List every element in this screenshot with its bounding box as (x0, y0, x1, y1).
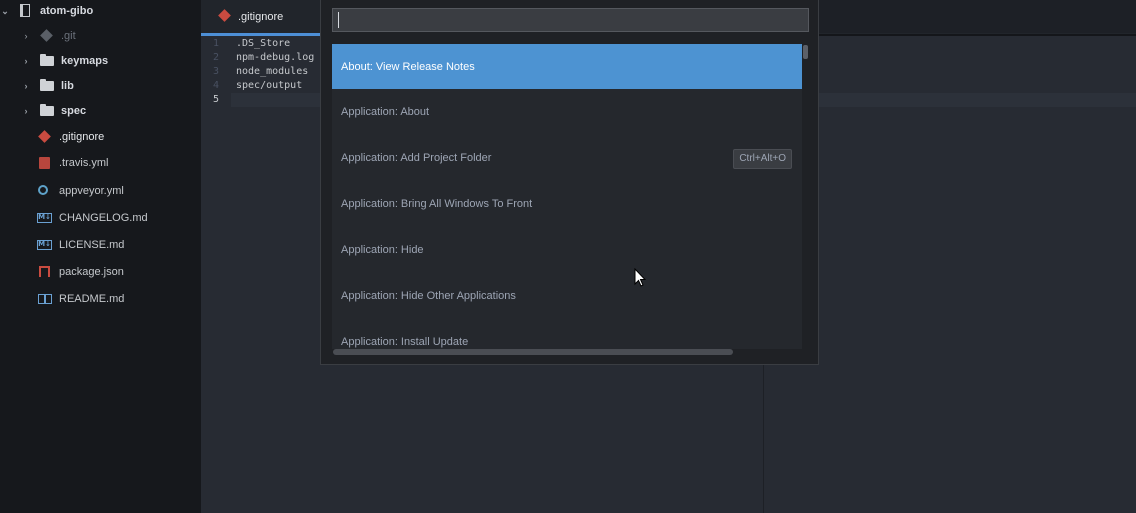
folder-icon (39, 79, 55, 93)
tree-item-gitignore[interactable]: .gitignore (0, 126, 201, 148)
vertical-scrollbar[interactable] (803, 45, 808, 59)
tree-item-label: spec (61, 105, 87, 117)
tree-view: ⌄ atom-gibo › .git › keymaps › lib › spe… (0, 0, 201, 513)
tree-item-label: package.json (59, 266, 124, 278)
line-number-current: 5 (212, 94, 219, 105)
command-label: Application: Hide Other Applications (341, 290, 516, 302)
command-label: Application: Install Update (341, 336, 469, 348)
git-icon (39, 29, 55, 43)
tree-item-lib[interactable]: › lib (0, 75, 201, 97)
markdown-icon: M↓ (37, 213, 52, 223)
code-line[interactable]: node_modules (236, 65, 308, 79)
tree-item-label: lib (61, 80, 74, 92)
tree-item-git[interactable]: › .git (0, 25, 201, 47)
repo-icon (18, 4, 34, 18)
tree-item-package[interactable]: package.json (0, 261, 201, 283)
command-label: Application: Bring All Windows To Front (341, 198, 533, 210)
command-label: Application: Hide (341, 244, 424, 256)
command-palette-search-input[interactable] (332, 8, 809, 32)
command-item[interactable]: Application: Hide (332, 227, 802, 273)
tree-item-travis[interactable]: .travis.yml (0, 152, 201, 174)
tree-project-root[interactable]: ⌄ atom-gibo (0, 0, 201, 22)
markdown-icon: M↓ (37, 240, 52, 250)
command-label: Application: About (341, 106, 430, 118)
tree-item-label: appveyor.yml (59, 185, 124, 197)
horizontal-scrollbar[interactable] (333, 349, 733, 355)
git-icon (218, 9, 231, 22)
tree-item-label: CHANGELOG.md (59, 212, 148, 224)
code-line[interactable]: npm-debug.log (236, 51, 314, 65)
tree-item-keymaps[interactable]: › keymaps (0, 50, 201, 72)
command-palette: About: View Release Notes Application: A… (320, 0, 819, 365)
text-caret (338, 12, 339, 28)
chevron-down-icon[interactable]: ⌄ (0, 6, 10, 17)
keybinding-badge: Ctrl+Alt+O (733, 149, 792, 169)
tree-item-appveyor[interactable]: appveyor.yml (0, 180, 201, 202)
git-icon (37, 130, 53, 144)
line-number-gutter: 1 2 3 4 5 (201, 36, 231, 513)
command-item[interactable]: Application: Add Project Folder Ctrl+Alt… (332, 135, 802, 181)
command-item[interactable]: Application: Bring All Windows To Front (332, 181, 802, 227)
chevron-right-icon[interactable]: › (21, 31, 31, 41)
folder-icon (39, 54, 55, 68)
command-item[interactable]: Application: About (332, 89, 802, 135)
command-item[interactable]: Application: Install Update (332, 319, 802, 349)
chevron-right-icon[interactable]: › (21, 81, 31, 91)
folder-icon (39, 104, 55, 118)
tree-item-label: LICENSE.md (59, 239, 125, 251)
command-item[interactable]: Application: Hide Other Applications (332, 273, 802, 319)
command-label: Application: Add Project Folder (341, 152, 492, 164)
travis-icon (37, 156, 53, 170)
appveyor-icon (37, 184, 53, 198)
code-line[interactable]: spec/output (236, 79, 302, 93)
line-number: 3 (212, 66, 219, 77)
line-number: 2 (212, 52, 219, 63)
code-line[interactable]: .DS_Store (236, 37, 290, 51)
tree-item-spec[interactable]: › spec (0, 100, 201, 122)
command-item-selected[interactable]: About: View Release Notes (332, 44, 802, 89)
project-name: atom-gibo (40, 5, 94, 17)
chevron-right-icon[interactable]: › (21, 56, 31, 66)
command-label: About: View Release Notes (341, 60, 475, 73)
tree-item-readme[interactable]: README.md (0, 288, 201, 310)
book-icon (37, 292, 53, 306)
tree-item-label: .git (61, 30, 76, 42)
tree-item-label: .travis.yml (59, 157, 109, 169)
tree-item-label: .gitignore (59, 131, 105, 143)
line-number: 1 (212, 38, 219, 49)
tab-gitignore[interactable]: .gitignore (201, 0, 321, 33)
tree-item-license[interactable]: M↓ LICENSE.md (0, 234, 201, 256)
command-list: About: View Release Notes Application: A… (332, 44, 802, 349)
tree-item-changelog[interactable]: M↓ CHANGELOG.md (0, 207, 201, 229)
line-number: 4 (212, 80, 219, 91)
npm-icon (37, 265, 53, 279)
tab-label: .gitignore (238, 10, 284, 23)
tree-item-label: keymaps (61, 55, 109, 67)
chevron-right-icon[interactable]: › (21, 106, 31, 116)
tree-item-label: README.md (59, 293, 125, 305)
